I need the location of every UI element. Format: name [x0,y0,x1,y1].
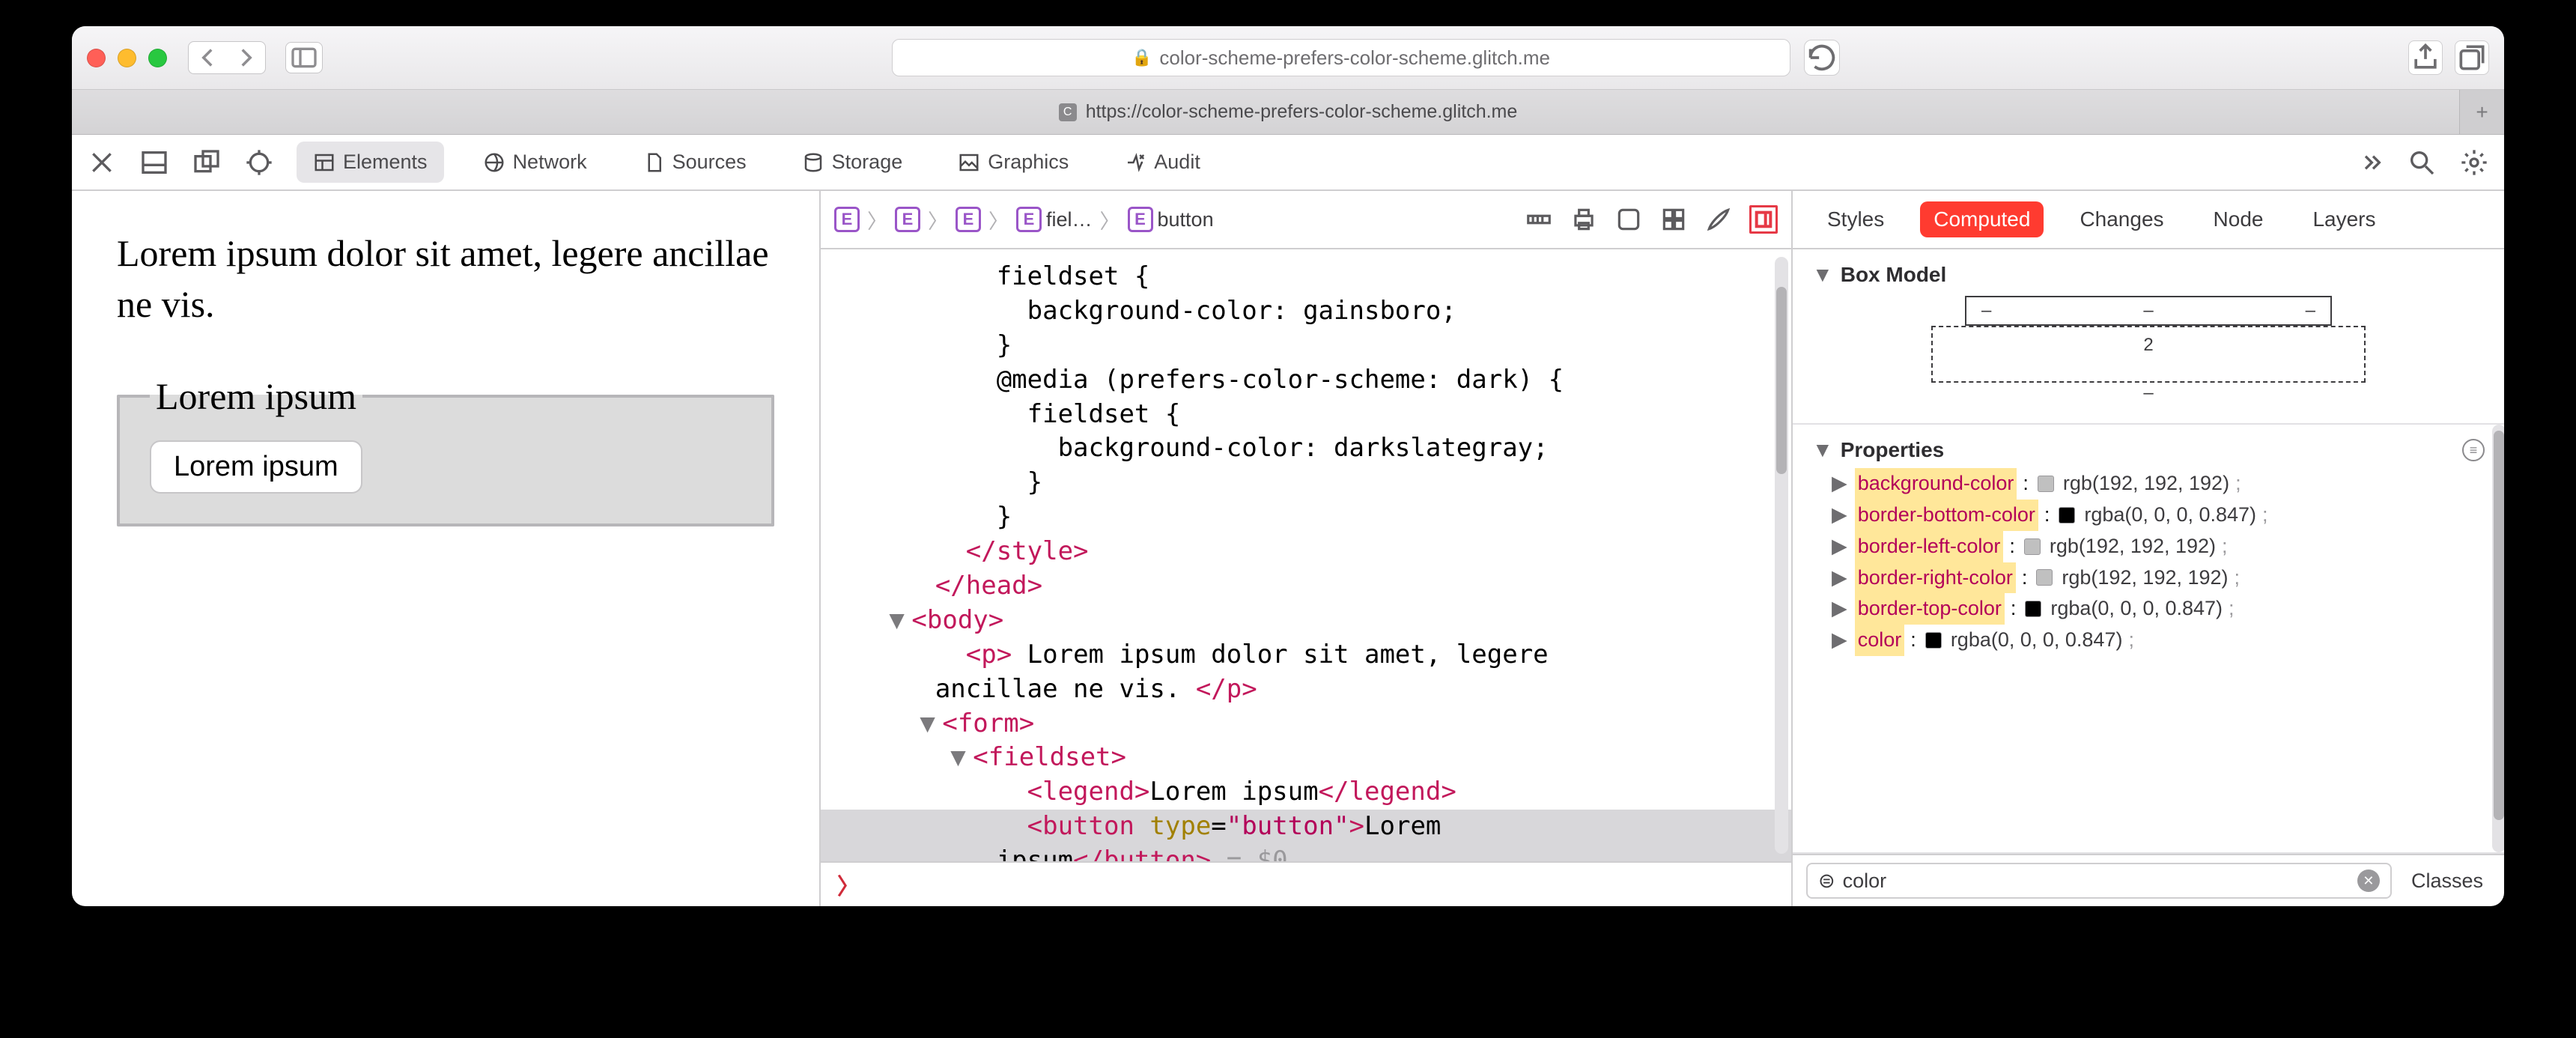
tab-audit-label: Audit [1154,151,1200,174]
devtools-toolbar: Elements Network Sources Storage Graphic… [72,135,2504,191]
classes-button[interactable]: Classes [2404,869,2491,893]
nav-back-forward [188,41,266,74]
page-button[interactable]: Lorem ipsum [150,440,362,494]
forward-button[interactable] [228,42,265,73]
print-icon[interactable] [1570,205,1598,234]
brush-icon[interactable] [1704,205,1733,234]
tab-sources-label: Sources [672,151,747,174]
safari-window: 🔒 color-scheme-prefers-color-scheme.glit… [72,26,2504,906]
styles-tabs: Styles Computed Changes Node Layers [1793,191,2504,249]
window-controls [87,49,167,67]
minimize-window-button[interactable] [118,49,136,67]
styles-sidebar: Styles Computed Changes Node Layers ▼Box… [1793,191,2504,906]
ruler-icon[interactable] [1525,205,1553,234]
reload-button[interactable] [1804,40,1840,76]
properties-menu-icon[interactable]: ≡ [2462,439,2485,461]
tab-storage-label: Storage [832,151,903,174]
property-row[interactable]: ▶border-top-color:rgba(0, 0, 0, 0.847); [1832,593,2465,625]
page-form: Lorem ipsum Lorem ipsum [117,374,774,526]
titlebar: 🔒 color-scheme-prefers-color-scheme.glit… [72,26,2504,90]
property-row[interactable]: ▶background-color:rgb(192, 192, 192); [1832,468,2465,500]
url-text: color-scheme-prefers-color-scheme.glitch… [1159,46,1550,70]
content-area: Lorem ipsum dolor sit amet, legere ancil… [72,191,2504,906]
filter-bar: ⊜ color ✕ Classes [1793,854,2504,906]
property-row[interactable]: ▶border-left-color:rgb(192, 192, 192); [1832,531,2465,562]
tab-layers[interactable]: Layers [2299,201,2389,237]
grid-icon[interactable] [1659,205,1688,234]
property-row[interactable]: ▶border-right-color:rgb(192, 192, 192); [1832,562,2465,594]
rendered-page: Lorem ipsum dolor sit amet, legere ancil… [72,191,821,906]
box-model-diagram: – – – 2 – [1812,287,2485,410]
property-row[interactable]: ▶border-bottom-color:rgba(0, 0, 0, 0.847… [1832,500,2465,531]
breadcrumb-bar: E〉 E〉 E〉 E fiel…〉 E button [821,191,1791,249]
filter-input[interactable]: ⊜ color ✕ [1806,863,2392,899]
toolbar-right [2408,40,2489,75]
sidebar-toggle-button[interactable] [285,42,323,73]
scrollbar[interactable] [1775,257,1788,854]
share-button[interactable] [2408,40,2443,75]
page-fieldset: Lorem ipsum Lorem ipsum [117,374,774,526]
tab-bar: C https://color-scheme-prefers-color-sch… [72,90,2504,135]
page-legend: Lorem ipsum [150,374,362,418]
box-model-section: ▼Box Model – – – 2 – [1793,249,2504,425]
tab-network-label: Network [513,151,587,174]
tab-changes[interactable]: Changes [2066,201,2177,237]
back-button[interactable] [189,42,226,73]
tab-elements[interactable]: Elements [297,142,444,183]
tab-graphics-label: Graphics [988,151,1069,174]
properties-label: Properties [1841,438,1945,462]
filter-value: color [1843,869,1887,893]
tab-title[interactable]: https://color-scheme-prefers-color-schem… [1086,101,1518,123]
dom-tree[interactable]: fieldset { background-color: gainsboro; … [821,249,1791,861]
zoom-window-button[interactable] [148,49,167,67]
breadcrumb-item[interactable]: E fiel… [1016,207,1093,232]
inspect-target-icon[interactable] [244,148,274,177]
filter-icon: ⊜ [1818,869,1835,893]
tab-sources[interactable]: Sources [626,142,763,183]
breadcrumb-item[interactable]: E [834,207,860,232]
tab-network[interactable]: Network [467,142,604,183]
page-paragraph: Lorem ipsum dolor sit amet, legere ancil… [117,228,774,330]
tab-node[interactable]: Node [2200,201,2277,237]
console-prompt[interactable]: 〉 [821,861,1791,906]
address-bar[interactable]: 🔒 color-scheme-prefers-color-scheme.glit… [892,39,1790,76]
overflow-button[interactable] [2354,148,2384,177]
settings-button[interactable] [2459,148,2489,177]
close-window-button[interactable] [87,49,106,67]
properties-list: ▶background-color:rgb(192, 192, 192);▶bo… [1812,462,2485,839]
tab-styles[interactable]: Styles [1814,201,1898,237]
tab-favicon: C [1059,103,1077,121]
property-row[interactable]: ▶color:rgba(0, 0, 0, 0.847); [1832,625,2465,656]
breadcrumb-item[interactable]: E [895,207,920,232]
tab-elements-label: Elements [343,151,428,174]
layout-toggle-icon[interactable] [1749,205,1778,234]
dock-popout-icon[interactable] [192,148,222,177]
tab-computed[interactable]: Computed [1920,201,2044,237]
breadcrumb-item[interactable]: E [956,207,981,232]
box-model-label: Box Model [1841,263,1947,287]
new-tab-button[interactable]: + [2459,90,2504,134]
device-icon[interactable] [1614,205,1643,234]
tab-graphics[interactable]: Graphics [941,142,1085,183]
close-devtools-button[interactable] [87,148,117,177]
scrollbar[interactable] [2492,425,2504,852]
tab-audit[interactable]: Audit [1108,142,1217,183]
breadcrumb-item[interactable]: E button [1128,207,1214,232]
clear-filter-button[interactable]: ✕ [2357,869,2380,892]
search-button[interactable] [2407,148,2437,177]
tab-storage[interactable]: Storage [786,142,920,183]
dock-bottom-icon[interactable] [139,148,169,177]
lock-icon: 🔒 [1131,48,1152,67]
properties-section: ▼Properties≡ ▶background-color:rgb(192, … [1793,425,2504,854]
elements-panel: E〉 E〉 E〉 E fiel…〉 E button fieldset { [821,191,1793,906]
tabs-button[interactable] [2455,40,2489,75]
